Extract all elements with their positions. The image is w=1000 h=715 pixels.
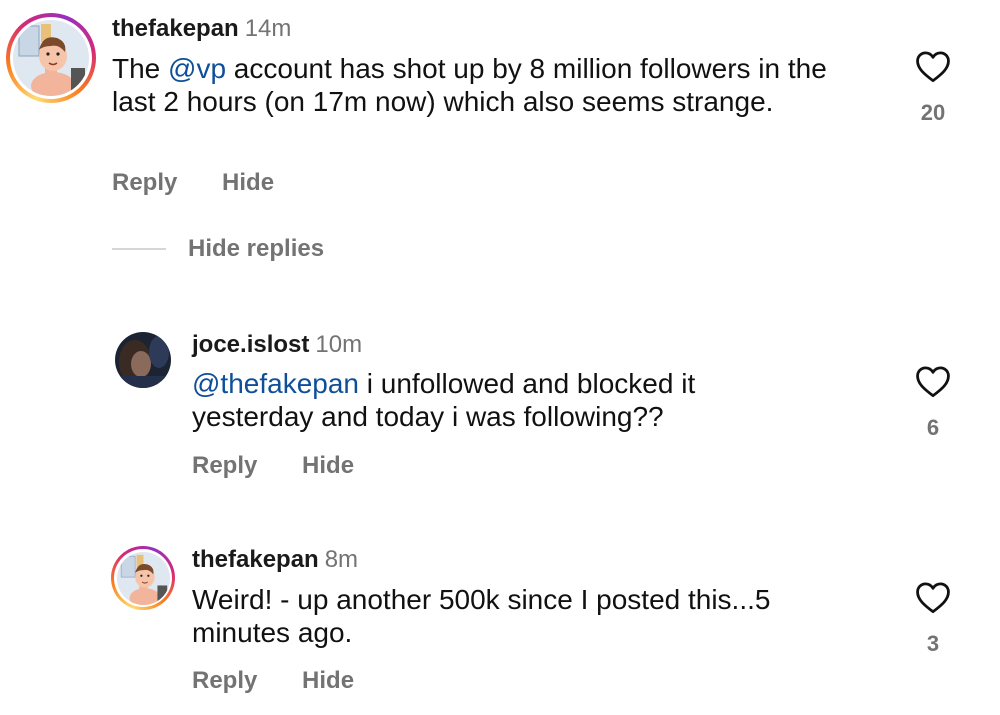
reply-button[interactable]: Reply (112, 169, 177, 197)
avatar-cartoon-icon (116, 551, 170, 605)
comment-header: joce.islost 10m (192, 331, 362, 359)
reply-joce-islost: joce.islost 10m @thefakepan i unfollowed … (0, 320, 1000, 490)
heart-outline-icon[interactable] (914, 580, 952, 614)
mention-link[interactable]: @thefakepan (192, 368, 359, 399)
comment-header: thefakepan 8m (192, 546, 358, 574)
hide-button[interactable]: Hide (222, 169, 274, 197)
hide-button[interactable]: Hide (302, 667, 354, 695)
heart-outline-icon[interactable] (914, 49, 952, 83)
username[interactable]: thefakepan (192, 546, 319, 573)
comment-thefakepan-1: thefakepan 14m The @vp account has shot u… (0, 0, 1000, 215)
reply-button[interactable]: Reply (192, 452, 257, 480)
hide-button[interactable]: Hide (302, 452, 354, 480)
username[interactable]: thefakepan (112, 15, 239, 42)
replies-divider (112, 248, 166, 250)
comment-header: thefakepan 14m (112, 15, 291, 43)
avatar-cartoon-icon (13, 20, 89, 96)
hide-replies-button[interactable]: Hide replies (188, 235, 324, 263)
comment-actions: Reply Hide (192, 452, 354, 480)
avatar[interactable] (115, 332, 171, 388)
username[interactable]: joce.islost (192, 331, 309, 358)
timestamp: 14m (244, 15, 292, 42)
avatar-photo-icon (115, 332, 171, 388)
comment-text: The @vp account has shot up by 8 million… (112, 53, 827, 117)
comment-actions: Reply Hide (192, 667, 354, 695)
like-control: 3 (903, 580, 963, 657)
comment-text: Weird! - up another 500k since I posted … (192, 584, 771, 648)
like-count: 3 (926, 631, 940, 656)
like-control: 20 (903, 49, 963, 126)
timestamp: 10m (315, 331, 363, 358)
reply-button[interactable]: Reply (192, 667, 257, 695)
mention-link[interactable]: @vp (168, 53, 226, 84)
avatar[interactable] (6, 13, 96, 103)
heart-outline-icon[interactable] (914, 364, 952, 398)
like-control: 6 (903, 364, 963, 441)
like-count: 6 (926, 415, 940, 440)
reply-thefakepan: thefakepan 8m Weird! - up another 500k si… (0, 535, 1000, 715)
timestamp: 8m (324, 546, 359, 573)
like-count: 20 (920, 100, 946, 125)
comment-actions: Reply Hide (112, 169, 274, 197)
comment-text: @thefakepan i unfollowed and blocked it … (192, 368, 696, 432)
avatar[interactable] (111, 546, 175, 610)
